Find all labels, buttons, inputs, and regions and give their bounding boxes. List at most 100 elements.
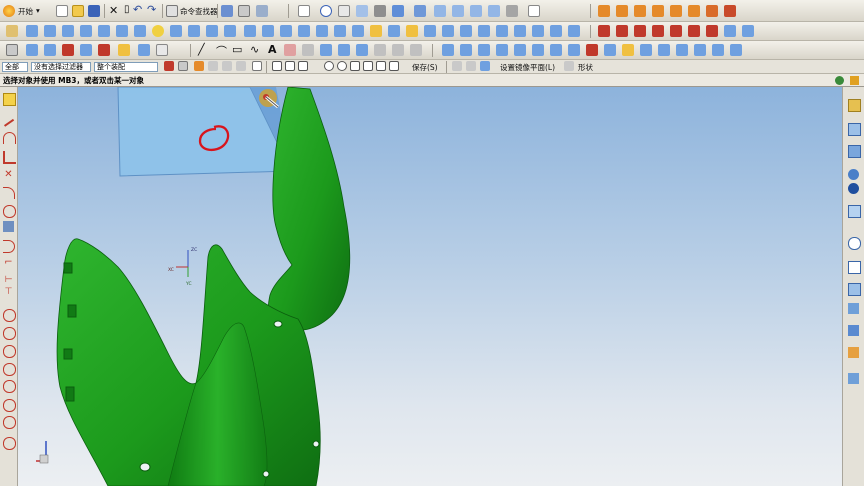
spline-icon[interactable] (3, 151, 16, 164)
curve-analysis-icon[interactable] (3, 399, 16, 412)
edit-curve-2-icon[interactable] (460, 44, 472, 56)
point-icon[interactable]: ✕ (3, 169, 14, 180)
cut-icon[interactable]: ✕ (109, 4, 118, 17)
edit-curve-10-icon[interactable] (604, 44, 616, 56)
curve-icon[interactable] (3, 309, 16, 322)
circle-check-icon[interactable] (3, 437, 16, 450)
project-curve-icon[interactable] (338, 44, 350, 56)
arc-tool-icon[interactable]: ⌒ (216, 43, 227, 59)
command-finder-button[interactable]: 命令查找器 (180, 6, 218, 17)
curve-tool-7-icon[interactable] (706, 25, 718, 37)
global-shaping-icon[interactable] (514, 25, 526, 37)
rectangle-tool-icon[interactable]: ▭ (232, 43, 242, 56)
control-point-icon[interactable] (298, 61, 308, 71)
patch-icon[interactable] (370, 25, 382, 37)
draft-icon[interactable] (152, 25, 164, 37)
assembly-navigator-icon[interactable] (848, 99, 861, 112)
snap-icon[interactable] (238, 5, 250, 17)
trim-body-icon[interactable] (170, 25, 182, 37)
edit-curve-5-icon[interactable] (514, 44, 526, 56)
swoop-icon[interactable] (460, 25, 472, 37)
render-style-icon[interactable] (374, 5, 386, 17)
information-icon[interactable] (138, 44, 150, 56)
selection-icon[interactable] (221, 5, 233, 17)
show-hide-icon[interactable] (98, 44, 110, 56)
edit-curve-13-icon[interactable] (658, 44, 670, 56)
background-icon[interactable] (528, 5, 540, 17)
bounded-grid-icon[interactable] (389, 61, 399, 71)
save-view-button[interactable]: 保存(S) (412, 62, 438, 73)
filter-icon[interactable] (256, 5, 268, 17)
curve-tool-2-icon[interactable] (616, 25, 628, 37)
curve-tool-9-icon[interactable] (742, 25, 754, 37)
arc-center-icon[interactable] (324, 61, 334, 71)
x-form-icon[interactable] (478, 25, 490, 37)
sweep-icon[interactable] (80, 25, 92, 37)
curve-tool-5-icon[interactable] (670, 25, 682, 37)
blend-icon[interactable] (98, 25, 110, 37)
snap-point-4-icon[interactable] (236, 61, 246, 71)
view-bottom-icon[interactable] (506, 5, 518, 17)
zoom-icon[interactable] (320, 5, 332, 17)
wcs-icon[interactable] (6, 44, 18, 56)
thicken-icon[interactable] (206, 25, 218, 37)
join-curve-icon[interactable] (410, 44, 422, 56)
edit-curve-1-icon[interactable] (442, 44, 454, 56)
feature-revolve-icon[interactable] (688, 5, 700, 17)
clock-icon[interactable] (848, 261, 861, 274)
view-back-icon[interactable] (488, 5, 500, 17)
datum-plane-icon[interactable] (26, 25, 38, 37)
law-extension-icon[interactable] (406, 25, 418, 37)
view-tool-3-icon[interactable] (480, 61, 490, 71)
shape-button[interactable]: 形状 (578, 62, 593, 73)
point-on-face-icon[interactable] (376, 61, 386, 71)
pattern-icon[interactable] (62, 44, 74, 56)
through-curves-icon[interactable] (262, 25, 274, 37)
fit-icon[interactable] (298, 5, 310, 17)
extract-curve-icon[interactable] (392, 44, 404, 56)
bridge-curve-icon[interactable] (320, 44, 332, 56)
edit-curve-3-icon[interactable] (478, 44, 490, 56)
section-icon[interactable] (532, 25, 544, 37)
polyline-tool-icon[interactable]: ∿ (250, 43, 259, 56)
sew-icon[interactable] (352, 25, 364, 37)
view-front-icon[interactable] (414, 5, 426, 17)
line-tool-icon[interactable]: ╱ (198, 43, 205, 56)
edit-curve-4-icon[interactable] (496, 44, 508, 56)
intersect-curve-icon[interactable] (356, 44, 368, 56)
curve-tool-4-icon[interactable] (652, 25, 664, 37)
text-tool-icon[interactable]: A (268, 43, 277, 56)
history-icon[interactable] (848, 183, 859, 194)
view-tool-2-icon[interactable] (466, 61, 476, 71)
redo-icon[interactable]: ↷ (147, 3, 156, 16)
measure-icon[interactable] (118, 44, 130, 56)
feature-sphere-icon[interactable] (652, 5, 664, 17)
endpoint-icon[interactable] (272, 61, 282, 71)
selection-icon[interactable] (3, 93, 16, 106)
view-right-icon[interactable] (452, 5, 464, 17)
reset-filter-icon[interactable] (178, 61, 188, 71)
edit-curve-6-icon[interactable] (532, 44, 544, 56)
edit-curve-11-icon[interactable] (622, 44, 634, 56)
edit-curve-15-icon[interactable] (694, 44, 706, 56)
intersect-icon[interactable] (3, 363, 16, 376)
feature-cone-icon[interactable] (634, 5, 646, 17)
scope-dropdown[interactable]: 全部 (2, 62, 28, 72)
helix-icon[interactable] (284, 44, 296, 56)
grid-icon[interactable] (156, 44, 168, 56)
curve-tool-3-icon[interactable] (634, 25, 646, 37)
nx-logo-icon[interactable] (3, 5, 15, 17)
process-studio-icon[interactable] (848, 325, 859, 336)
mesh-icon[interactable] (280, 25, 292, 37)
offset-face-icon[interactable] (224, 25, 236, 37)
palette-icon[interactable] (848, 303, 859, 314)
shape-icon[interactable] (564, 61, 574, 71)
curve-tool-6-icon[interactable] (688, 25, 700, 37)
select-all-icon[interactable] (164, 61, 174, 71)
sketch-icon[interactable] (6, 25, 18, 37)
edit-curve-16-icon[interactable] (712, 44, 724, 56)
undo-icon[interactable]: ↶ (133, 3, 142, 16)
pan-icon[interactable] (338, 5, 350, 17)
intersection-point-icon[interactable] (311, 61, 321, 71)
feature-extrude-icon[interactable] (670, 5, 682, 17)
